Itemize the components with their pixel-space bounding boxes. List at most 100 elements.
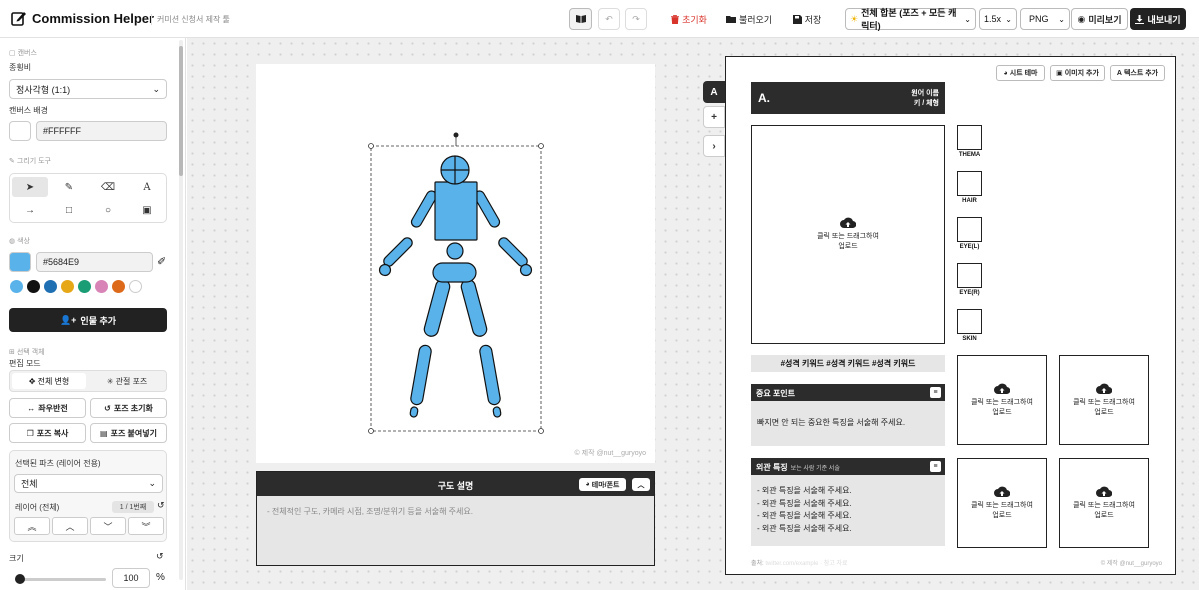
layer-down-button[interactable]: ﹀ (90, 517, 126, 535)
trash-icon (671, 14, 680, 24)
redo-button[interactable]: ↷ (625, 8, 647, 30)
palette-swatch[interactable] (10, 280, 23, 293)
pose-paste-button[interactable]: ▤ 포즈 붙여넣기 (90, 423, 167, 443)
add-person-button[interactable]: 👤+ 인물 추가 (9, 308, 167, 332)
palette-swatch[interactable] (112, 280, 125, 293)
scale-select[interactable]: 1.5x ⌄ (979, 8, 1017, 30)
sub-image-upload[interactable]: 클릭 또는 드래그하여 업로드 (1059, 458, 1149, 548)
color-swatch-box[interactable] (957, 263, 982, 288)
color-hex-input[interactable]: #5684E9 (36, 252, 153, 272)
parts-panel: 선택된 파츠 (레이어 전용) 전체 ⌄ 레이어 (전체) 1 / 1번째 ↺ … (9, 450, 167, 542)
sheet-theme-button[interactable]: ◕ 시트 테마 (996, 65, 1045, 81)
sub-image-upload[interactable]: 클릭 또는 드래그하여 업로드 (957, 458, 1047, 548)
eyedropper-icon[interactable]: ✐ (157, 255, 166, 268)
layer-badge: 1 / 1번째 (112, 501, 154, 513)
text-icon: A (143, 181, 151, 193)
upload-text: 클릭 또는 드래그하여 업로드 (971, 398, 1033, 416)
top-bar: Commission Helper 커미션 신청서 제작 툴 ↶ ↷ 초기화 불… (0, 0, 1199, 38)
composition-placeholder[interactable]: - 전체적인 구도, 카메라 시점, 조명/분위기 등을 서술해 주세요. (267, 506, 473, 517)
look-body[interactable]: - 외관 특징을 서술해 주세요. - 외관 특징을 서술해 주세요. - 외관… (751, 475, 945, 546)
menu-icon[interactable]: ≡ (930, 387, 941, 398)
palette-icon: ◕ (585, 481, 590, 488)
ratio-select[interactable]: 정사각형 (1:1) ⌄ (9, 79, 167, 99)
eraser-tool[interactable]: ⌫ (90, 177, 126, 197)
chevron-down-icon: ﹀ (103, 521, 113, 532)
palette-icon: ◕ (1003, 69, 1008, 77)
pen-tool[interactable]: ✎ (51, 177, 87, 197)
menu-icon[interactable]: ≡ (930, 461, 941, 472)
bg-color-input[interactable]: #FFFFFF (36, 121, 167, 141)
palette-swatch[interactable] (129, 280, 142, 293)
mode-joint-button[interactable]: ✳ 관절 포즈 (90, 373, 164, 389)
palette-swatch[interactable] (27, 280, 40, 293)
scrollbar-thumb[interactable] (179, 46, 183, 176)
flip-icon: ↔ (27, 403, 36, 413)
stick-figure[interactable] (256, 64, 655, 463)
pose-canvas[interactable]: © 제작 @nut__guryoyo (256, 64, 655, 463)
save-button[interactable]: 저장 (789, 8, 825, 30)
arrow-tool[interactable]: → (12, 200, 48, 220)
point-body[interactable]: 빠지면 안 되는 중요한 특징을 서술해 주세요. (751, 401, 945, 446)
eraser-icon: ⌫ (100, 181, 116, 193)
folder-icon (725, 16, 736, 23)
height-body[interactable]: 키 / 체형 (914, 98, 939, 108)
expand-tab-button[interactable]: › (703, 135, 725, 157)
reset-button[interactable]: 초기화 (668, 8, 710, 30)
upload-text: 클릭 또는 드래그하여 업로드 (1073, 501, 1135, 519)
parts-select[interactable]: 전체 ⌄ (14, 474, 163, 493)
pose-copy-button[interactable]: ❐ 포즈 복사 (9, 423, 86, 443)
undo-button[interactable]: ↶ (598, 8, 620, 30)
flip-button[interactable]: ↔ 좌우반전 (9, 398, 86, 418)
format-select[interactable]: PNG ⌄ (1020, 8, 1070, 30)
add-text-button[interactable]: A 텍스트 추가 (1110, 65, 1165, 81)
color-swatch-box[interactable] (957, 217, 982, 242)
image-tool[interactable]: ▣ (129, 200, 165, 220)
add-image-button[interactable]: ▣ 이미지 추가 (1050, 65, 1105, 81)
color-swatch-box[interactable] (957, 309, 982, 334)
select-tool[interactable]: ➤ (12, 177, 48, 197)
sub-image-upload[interactable]: 클릭 또는 드래그하여 업로드 (957, 355, 1047, 445)
original-name[interactable]: 원어 이름 (911, 88, 939, 98)
app-title: Commission Helper (32, 11, 155, 26)
personality-tags[interactable]: #성격 키워드 #성격 키워드 #성격 키워드 (751, 355, 945, 372)
upload-text: 클릭 또는 드래그하여 업로드 (1073, 398, 1135, 416)
pose-reset-button[interactable]: ↺ 포즈 초기화 (90, 398, 167, 418)
bg-color-swatch[interactable] (9, 121, 31, 141)
palette-swatch[interactable] (61, 280, 74, 293)
load-button[interactable]: 불러오기 (723, 8, 775, 30)
theme-font-button[interactable]: ◕ 테마/폰트 (579, 478, 626, 491)
source-label: 출처: (751, 561, 764, 567)
export-scope-select[interactable]: ☀ 전체 합본 (포즈 + 모든 캐릭터) ⌄ (845, 8, 976, 31)
tab-character-a[interactable]: A (703, 81, 725, 103)
preview-button[interactable]: ◉ 미리보기 (1071, 8, 1128, 30)
mode-transform-button[interactable]: ✥ 전체 변형 (12, 373, 86, 389)
add-tab-button[interactable]: + (703, 106, 725, 128)
guide-button[interactable] (569, 8, 592, 30)
size-value: 100 (123, 573, 139, 583)
export-button[interactable]: 내보내기 (1130, 8, 1186, 30)
size-input[interactable]: 100 (112, 568, 150, 588)
layer-up-button[interactable]: ︿ (52, 517, 88, 535)
rotate-icon[interactable]: ↺ (156, 551, 164, 562)
rect-tool[interactable]: □ (51, 200, 87, 220)
layer-bottom-button[interactable]: ︾ (128, 517, 164, 535)
main-image-upload[interactable]: 클릭 또는 드래그하여 업로드 (751, 125, 945, 344)
collapse-button[interactable]: ︿ (632, 478, 650, 491)
palette-swatch[interactable] (78, 280, 91, 293)
text-tool[interactable]: A (129, 177, 165, 197)
character-letter[interactable]: A. (758, 91, 770, 105)
circle-tool[interactable]: ○ (90, 200, 126, 220)
layer-top-button[interactable]: ︽ (14, 517, 50, 535)
color-swatch-box[interactable] (957, 125, 982, 150)
arrow-right-icon: → (25, 204, 35, 216)
size-slider-knob[interactable] (14, 574, 25, 584)
palette-swatch[interactable] (95, 280, 108, 293)
source-line[interactable]: 출처: twitter.com/example · 참고 자료 (751, 558, 848, 567)
color-swatch-box[interactable] (957, 171, 982, 196)
rotate-icon[interactable]: ↺ (157, 500, 165, 511)
size-slider[interactable] (14, 574, 106, 584)
sub-image-upload[interactable]: 클릭 또는 드래그하여 업로드 (1059, 355, 1149, 445)
palette-swatch[interactable] (44, 280, 57, 293)
save-label: 저장 (804, 14, 822, 25)
current-color-swatch[interactable] (9, 252, 31, 272)
